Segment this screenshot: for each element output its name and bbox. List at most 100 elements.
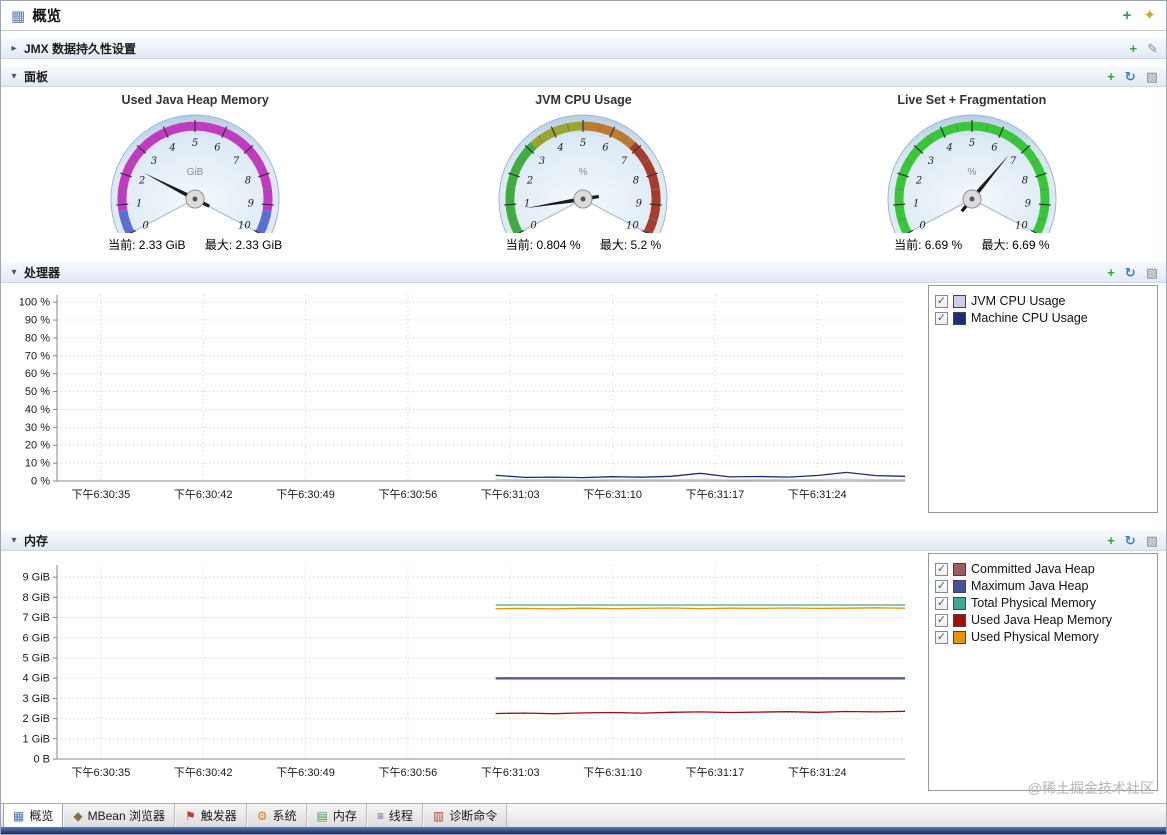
gauge-title: Used Java Heap Memory bbox=[121, 93, 269, 107]
svg-text:10: 10 bbox=[238, 220, 251, 231]
refresh-icon[interactable]: ↻ bbox=[1125, 534, 1136, 547]
svg-text:9: 9 bbox=[636, 198, 643, 209]
legend-checkbox[interactable]: ✓ bbox=[935, 579, 948, 593]
svg-text:2 GiB: 2 GiB bbox=[22, 713, 50, 725]
collapse-arrow-icon[interactable]: ▾ bbox=[9, 535, 19, 546]
tab-threads[interactable]: ≡ 线程 bbox=[366, 804, 423, 827]
gauge-max-value: 最大: 5.2 % bbox=[599, 238, 662, 252]
svg-text:%: % bbox=[579, 167, 588, 178]
jmx-persistence-section-header[interactable]: ▸ JMX 数据持久性设置 + ✎ bbox=[1, 37, 1166, 59]
tab-triggers[interactable]: ⚑ 触发器 bbox=[174, 804, 247, 827]
dashboard-gauges: Used Java Heap Memory 0 1 2 3 4 5 6 7 8 9 10 GiB 当前… bbox=[1, 87, 1166, 255]
accessibility-badge-icon[interactable]: ✦ bbox=[1143, 8, 1156, 23]
edit-icon[interactable]: ✎ bbox=[1147, 42, 1158, 55]
tabbar-filler bbox=[507, 804, 1166, 827]
gauge-title: JVM CPU Usage bbox=[535, 93, 632, 107]
tab-diagnostic-commands[interactable]: ▥ 诊断命令 bbox=[422, 804, 508, 827]
svg-text:下午6:30:35: 下午6:30:35 bbox=[72, 766, 131, 779]
section-actions: + ✎ bbox=[1130, 42, 1159, 55]
check-icon: ✓ bbox=[936, 579, 947, 592]
section-actions: + ↻ ▧ bbox=[1107, 534, 1158, 547]
svg-text:2: 2 bbox=[915, 176, 922, 187]
processor-chart-area: 下午6:30:35 下午6:30:42 下午6:30:49 下午6:30:56 下午6:… bbox=[3, 283, 924, 523]
tab-label: 触发器 bbox=[200, 809, 237, 823]
gauge-current-value: 当前: 2.33 GiB bbox=[108, 238, 186, 252]
add-icon[interactable]: + bbox=[1107, 70, 1115, 83]
tab-system[interactable]: ⚙ 系统 bbox=[246, 804, 307, 827]
svg-text:下午6:31:03: 下午6:31:03 bbox=[481, 488, 540, 501]
processor-section-header[interactable]: ▾ 处理器 + ↻ ▧ bbox=[1, 261, 1166, 283]
check-icon: ✓ bbox=[936, 613, 947, 626]
svg-text:下午6:30:42: 下午6:30:42 bbox=[174, 766, 233, 779]
jmc-overview-window: ▦ 概览 + ✦ ▸ JMX 数据持久性设置 + ✎ ▾ 面板 + ↻ ▧ Us… bbox=[0, 0, 1167, 835]
svg-text:下午6:31:03: 下午6:31:03 bbox=[481, 766, 540, 779]
svg-text:6: 6 bbox=[214, 143, 221, 154]
legend-checkbox[interactable]: ✓ bbox=[935, 630, 948, 644]
memory-chart-area: 下午6:30:35 下午6:30:42 下午6:30:49 下午6:30:56 下午6:… bbox=[3, 551, 924, 801]
legend-checkbox[interactable]: ✓ bbox=[935, 596, 948, 610]
svg-text:8: 8 bbox=[633, 176, 639, 187]
bottom-tab-bar: ▦ 概览 ◆ MBean 浏览器 ⚑ 触发器 ⚙ 系统 ▤ 内存 ≡ 线程 ▥ … bbox=[1, 803, 1166, 827]
svg-text:%: % bbox=[967, 167, 976, 178]
processor-chart-row: 下午6:30:35 下午6:30:42 下午6:30:49 下午6:30:56 下午6:… bbox=[1, 283, 1166, 523]
svg-text:4: 4 bbox=[557, 143, 564, 154]
titlebar-actions: + ✦ bbox=[1123, 8, 1156, 23]
tab-label: 诊断命令 bbox=[449, 809, 498, 823]
tab-memory[interactable]: ▤ 内存 bbox=[306, 804, 367, 827]
tab-label: MBean 浏览器 bbox=[87, 809, 165, 823]
collapse-arrow-icon[interactable]: ▸ bbox=[9, 43, 19, 54]
gauge-max-value: 最大: 6.69 % bbox=[981, 238, 1050, 252]
memory-chart[interactable]: 下午6:30:35 下午6:30:42 下午6:30:49 下午6:30:56 下午6:… bbox=[3, 551, 913, 799]
add-icon[interactable]: + bbox=[1107, 534, 1115, 547]
gauge-current-value: 当前: 0.804 % bbox=[505, 238, 581, 252]
svg-text:4: 4 bbox=[945, 143, 952, 154]
refresh-icon[interactable]: ↻ bbox=[1125, 70, 1136, 83]
svg-text:8 GiB: 8 GiB bbox=[22, 592, 50, 604]
collapse-arrow-icon[interactable]: ▾ bbox=[9, 267, 19, 278]
svg-text:0 %: 0 % bbox=[31, 476, 50, 488]
memory-tab-icon: ▤ bbox=[316, 808, 328, 823]
refresh-icon[interactable]: ↻ bbox=[1125, 266, 1136, 279]
svg-text:4: 4 bbox=[169, 143, 176, 154]
legend-label: Committed Java Heap bbox=[971, 562, 1095, 576]
add-chart-icon[interactable]: + bbox=[1123, 8, 1132, 23]
legend-checkbox[interactable]: ✓ bbox=[935, 311, 948, 325]
legend-checkbox[interactable]: ✓ bbox=[935, 562, 948, 576]
add-icon[interactable]: + bbox=[1130, 42, 1138, 55]
chart-settings-icon[interactable]: ▧ bbox=[1146, 266, 1158, 279]
gauge-caption: 当前: 6.69 % 最大: 6.69 % bbox=[807, 236, 1137, 253]
gauge-caption: 当前: 0.804 % 最大: 5.2 % bbox=[418, 236, 748, 253]
svg-text:70 %: 70 % bbox=[25, 350, 50, 362]
threads-tab-icon: ≡ bbox=[376, 808, 384, 823]
legend-item: ✓ Used Physical Memory bbox=[935, 630, 1151, 644]
legend-label: Total Physical Memory bbox=[971, 596, 1097, 610]
memory-section-header[interactable]: ▾ 内存 + ↻ ▧ bbox=[1, 529, 1166, 551]
chart-settings-icon[interactable]: ▧ bbox=[1146, 534, 1158, 547]
legend-label: Machine CPU Usage bbox=[971, 311, 1088, 325]
legend-item: ✓ Maximum Java Heap bbox=[935, 579, 1151, 593]
processor-legend: ✓ JVM CPU Usage ✓ Machine CPU Usage bbox=[928, 285, 1158, 513]
dashboard-section-header[interactable]: ▾ 面板 + ↻ ▧ bbox=[1, 65, 1166, 87]
svg-text:下午6:31:17: 下午6:31:17 bbox=[686, 488, 745, 501]
svg-text:5: 5 bbox=[192, 138, 198, 149]
live-set-gauge-dial: 01 234 5 6 78 9 10% bbox=[887, 114, 1057, 240]
legend-checkbox[interactable]: ✓ bbox=[935, 294, 948, 308]
chart-settings-icon[interactable]: ▧ bbox=[1146, 70, 1158, 83]
legend-swatch bbox=[953, 294, 966, 308]
gauge-max-value: 最大: 2.33 GiB bbox=[204, 238, 283, 252]
gauge-jvm-cpu: JVM CPU Usage 0 1 2 3 4 5 6 7 8 9 10% 当前: 0.804 % … bbox=[418, 89, 748, 253]
tab-label: 概览 bbox=[29, 809, 54, 823]
svg-text:9: 9 bbox=[1024, 198, 1031, 209]
add-icon[interactable]: + bbox=[1107, 266, 1115, 279]
gauge-used-heap: Used Java Heap Memory 0 1 2 3 4 5 6 7 8 9 10 GiB 当前… bbox=[30, 89, 360, 253]
tab-overview[interactable]: ▦ 概览 bbox=[3, 804, 64, 827]
tab-mbean-browser[interactable]: ◆ MBean 浏览器 bbox=[63, 804, 175, 827]
processor-chart[interactable]: 下午6:30:35 下午6:30:42 下午6:30:49 下午6:30:56 下午6:… bbox=[3, 283, 913, 521]
memory-chart-row: 下午6:30:35 下午6:30:42 下午6:30:49 下午6:30:56 下午6:… bbox=[1, 551, 1166, 801]
svg-text:3: 3 bbox=[539, 156, 545, 167]
svg-text:6 GiB: 6 GiB bbox=[22, 632, 50, 644]
legend-checkbox[interactable]: ✓ bbox=[935, 613, 948, 627]
svg-text:3: 3 bbox=[928, 156, 934, 167]
svg-text:0: 0 bbox=[143, 220, 150, 231]
collapse-arrow-icon[interactable]: ▾ bbox=[9, 71, 19, 82]
